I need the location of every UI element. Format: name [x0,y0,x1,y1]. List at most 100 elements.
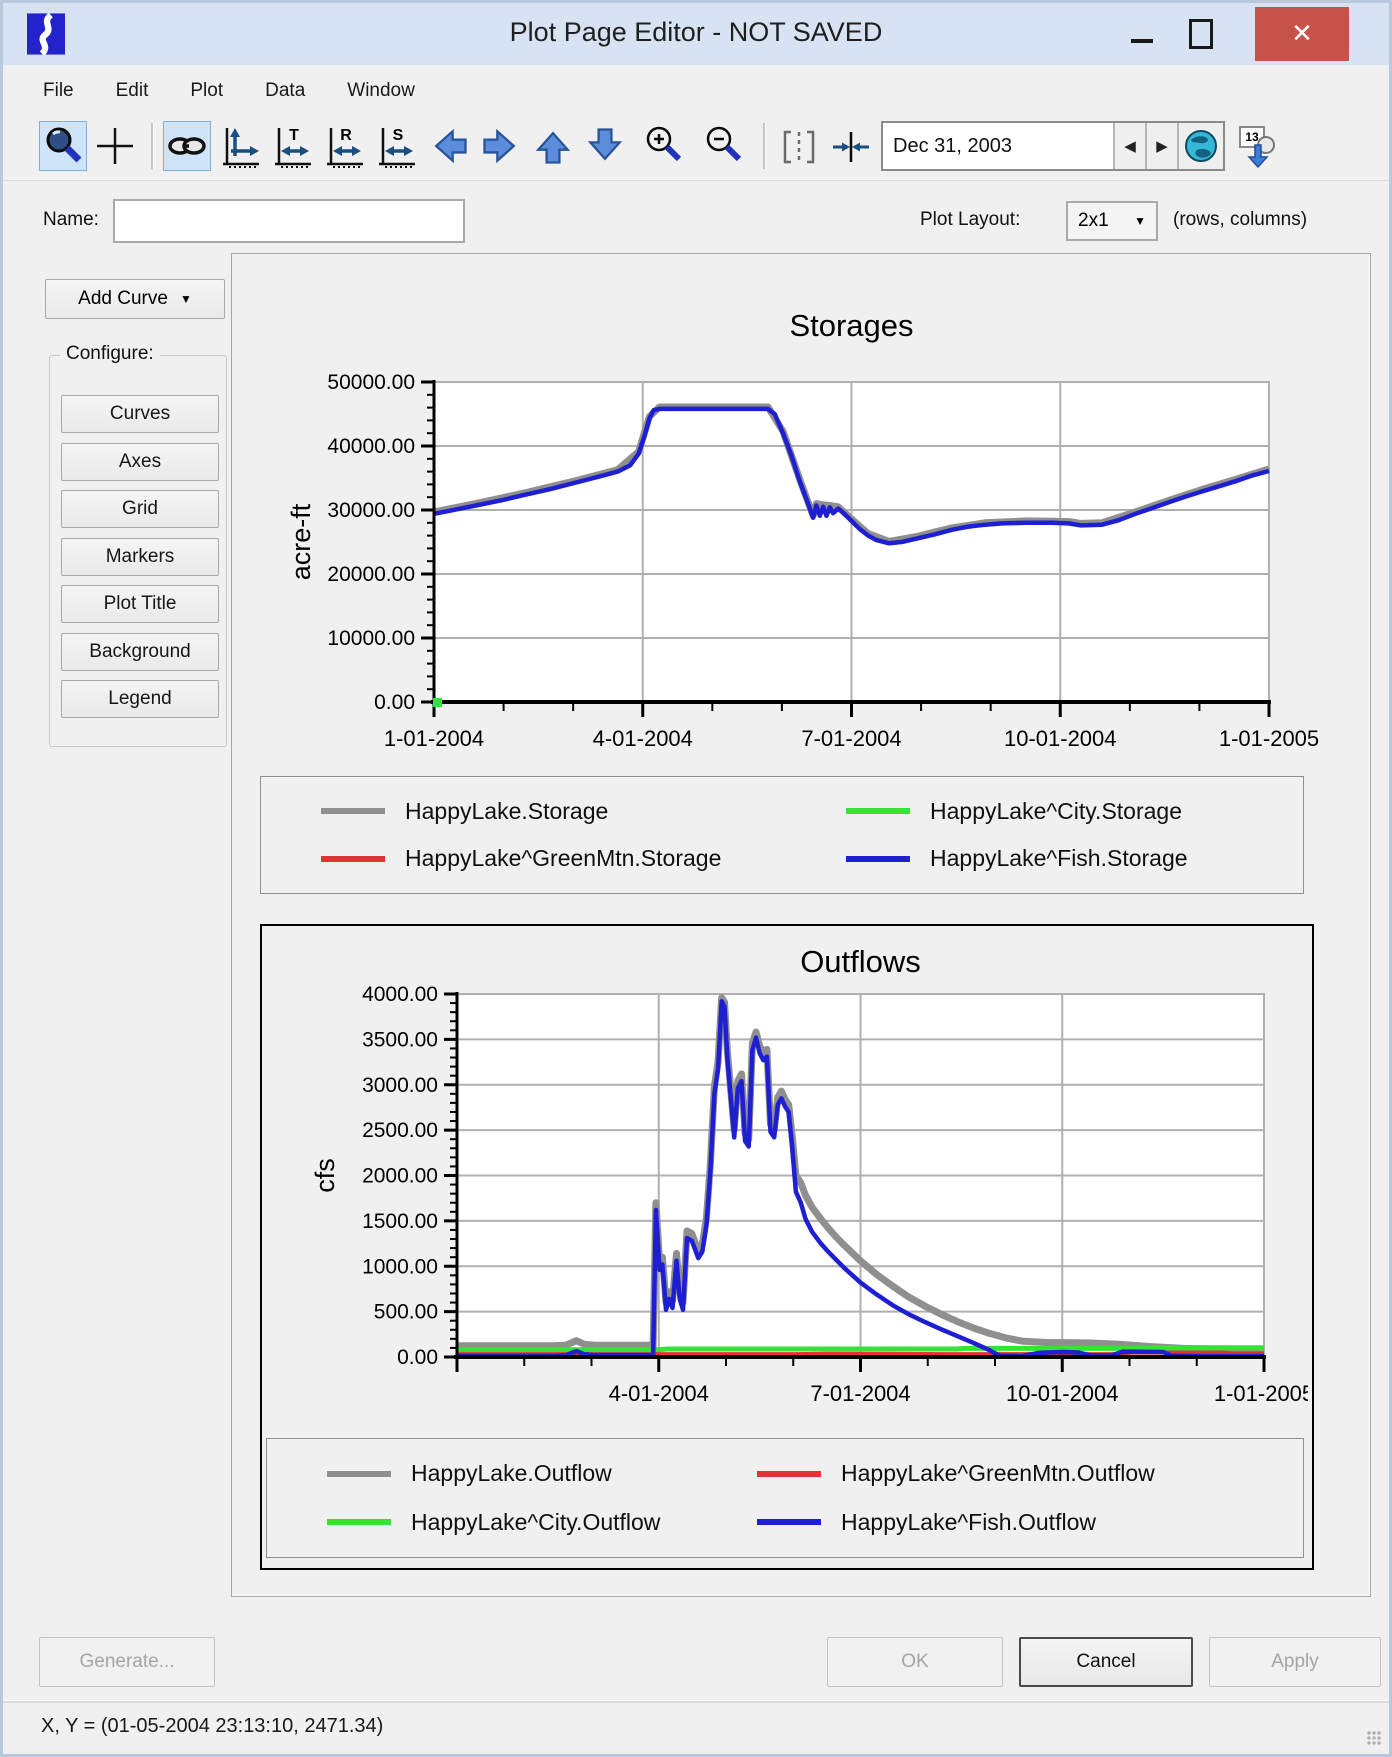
default-axes-button[interactable] [215,121,263,171]
generate-button[interactable]: Generate... [39,1637,215,1687]
plot-layout-select[interactable]: 2x1 ▼ [1066,201,1158,241]
minimize-icon[interactable] [1131,39,1153,43]
configure-curves-button[interactable]: Curves [61,395,219,433]
date-step-forward-button[interactable]: ▶ [1145,123,1177,169]
maximize-icon[interactable] [1189,19,1213,49]
name-input[interactable] [113,199,465,243]
r-axis-button[interactable]: R [319,121,367,171]
svg-text:4-01-2004: 4-01-2004 [609,1381,709,1406]
zoom-out-icon [701,124,745,168]
chevron-down-icon: ▼ [1134,214,1146,228]
cancel-button[interactable]: Cancel [1019,1637,1193,1687]
toolbar-separator [151,123,153,169]
link-axes-button[interactable] [163,121,211,171]
svg-text:cfs: cfs [310,1158,340,1193]
apply-button[interactable]: Apply [1209,1637,1381,1687]
legend-entry: HappyLake.Outflow [267,1460,757,1487]
series-swatch [321,856,385,862]
toolbar: T R S [3,115,1389,181]
close-icon[interactable]: ✕ [1255,7,1349,61]
add-curve-label: Add Curve [78,288,168,310]
series-swatch [757,1471,821,1477]
status-bar: X, Y = (01-05-2004 23:13:10, 2471.34) [3,1701,1389,1753]
zoom-in-icon [641,124,685,168]
configure-axes-button[interactable]: Axes [61,443,219,481]
legend-entry: HappyLake.Storage [261,798,846,825]
title-bar[interactable]: Plot Page Editor - NOT SAVED ✕ [3,3,1389,65]
svg-text:4000.00: 4000.00 [362,983,438,1006]
svg-text:500.00: 500.00 [374,1301,438,1324]
marquee-icon [777,124,821,168]
resize-grip-icon[interactable] [1367,1731,1381,1745]
s-axis-button[interactable]: S [371,121,419,171]
toolbar-separator [763,123,765,169]
add-curve-button[interactable]: Add Curve ▼ [45,279,225,319]
svg-text:R: R [340,127,352,144]
configure-plot-title-button[interactable]: Plot Title [61,585,219,623]
center-date-icon [829,124,873,168]
zoom-in-button[interactable] [639,121,687,171]
svg-text:0.00: 0.00 [374,691,415,714]
series-label: HappyLake.Storage [405,798,608,825]
ok-button[interactable]: OK [827,1637,1003,1687]
svg-text:2500.00: 2500.00 [362,1119,438,1142]
svg-text:10000.00: 10000.00 [327,627,415,650]
outflows-legend: HappyLake.Outflow HappyLake^GreenMtn.Out… [266,1438,1304,1558]
plot-page-editor-window: Plot Page Editor - NOT SAVED ✕ File Edit… [0,0,1392,1757]
configure-legend-button[interactable]: Legend [61,680,219,718]
menu-plot[interactable]: Plot [190,80,223,102]
date-input[interactable]: Dec 31, 2003 [883,123,1113,169]
globe-button[interactable] [1177,123,1223,169]
page-left-button[interactable] [425,121,473,171]
svg-text:T: T [289,127,299,144]
marquee-zoom-button[interactable] [775,121,823,171]
svg-text:1-01-2005: 1-01-2005 [1214,1381,1308,1406]
storages-legend: HappyLake.Storage HappyLake^City.Storage… [260,776,1304,894]
page-down-icon [583,124,627,168]
svg-text:10-01-2004: 10-01-2004 [1006,1381,1119,1406]
legend-entry: HappyLake^GreenMtn.Storage [261,845,846,872]
crosshair-tool-button[interactable] [91,121,139,171]
series-label: HappyLake^City.Storage [930,798,1182,825]
svg-text:30000.00: 30000.00 [327,499,415,522]
svg-text:10-01-2004: 10-01-2004 [1004,726,1117,751]
configure-background-button[interactable]: Background [61,633,219,671]
series-label: HappyLake^GreenMtn.Outflow [841,1460,1155,1487]
outflows-chart[interactable]: 0.00500.001000.001500.002000.002500.0030… [264,932,1308,1432]
configure-markers-button[interactable]: Markers [61,538,219,576]
configure-grid-button[interactable]: Grid [61,490,219,528]
menu-window[interactable]: Window [347,80,415,102]
plot-layout-suffix: (rows, columns) [1173,209,1307,231]
window-title: Plot Page Editor - NOT SAVED [3,17,1389,48]
plot-page-panel: 0.0010000.0020000.0030000.0040000.005000… [231,253,1371,1597]
storages-chart[interactable]: 0.0010000.0020000.0030000.0040000.005000… [244,274,1342,764]
menu-file[interactable]: File [43,80,74,102]
date-step-back-button[interactable]: ◀ [1113,123,1145,169]
svg-text:13: 13 [1245,130,1259,144]
cursor-coordinates: X, Y = (01-05-2004 23:13:10, 2471.34) [41,1715,383,1738]
page-down-button[interactable] [581,121,629,171]
zoom-tool-button[interactable] [39,121,87,171]
chevron-down-icon: ▼ [180,292,192,306]
set-run-date-button[interactable]: 13 [1231,121,1279,171]
page-up-button[interactable] [529,121,577,171]
menu-edit[interactable]: Edit [116,80,149,102]
axes-s-icon: S [373,124,417,168]
menu-bar: File Edit Plot Data Window [3,69,1389,113]
center-date-button[interactable] [827,121,875,171]
name-label: Name: [43,209,99,231]
svg-text:2000.00: 2000.00 [362,1165,438,1188]
page-right-button[interactable] [477,121,525,171]
zoom-tool-icon [41,124,85,168]
outflows-plot-container[interactable]: 0.00500.001000.001500.002000.002500.0030… [260,924,1314,1570]
svg-text:3500.00: 3500.00 [362,1028,438,1051]
menu-data[interactable]: Data [265,80,305,102]
svg-text:20000.00: 20000.00 [327,563,415,586]
configure-label: Configure: [60,343,160,365]
date-spinbox: Dec 31, 2003 ◀ ▶ [881,121,1225,171]
zoom-out-button[interactable] [699,121,747,171]
svg-text:1-01-2004: 1-01-2004 [384,726,484,751]
svg-text:Storages: Storages [789,308,913,343]
globe-icon [1183,128,1219,164]
t-axis-button[interactable]: T [267,121,315,171]
